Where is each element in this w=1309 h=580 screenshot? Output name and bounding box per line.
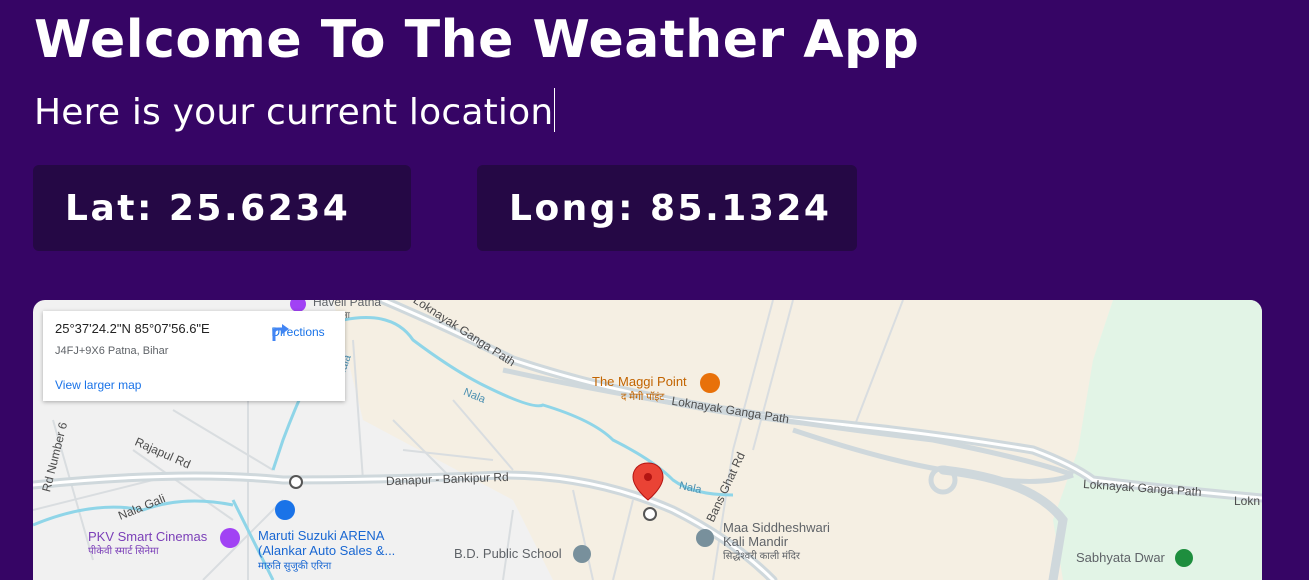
directions-icon xyxy=(269,321,291,343)
place-maggi-point-hi: द मैगी पॉइंट xyxy=(621,389,664,403)
info-coordinates: 25°37'24.2"N 85°07'56.6"E xyxy=(55,321,210,336)
page-title: Welcome To The Weather App xyxy=(34,10,919,70)
road-label-loknayak-cut: Lokn xyxy=(1234,494,1260,508)
latitude-box: Lat: 25.6234 xyxy=(33,165,411,251)
place-maa-1: Maa Siddheshwari xyxy=(723,520,830,535)
info-address: J4FJ+9X6 Patna, Bihar xyxy=(55,345,168,357)
directions-button[interactable]: Directions xyxy=(269,321,327,339)
latitude-value: Lat: 25.6234 xyxy=(65,188,350,229)
place-maa-2: Kali Mandir xyxy=(723,534,788,549)
place-bd-school: B.D. Public School xyxy=(454,546,562,561)
place-maggi-point: The Maggi Point xyxy=(592,374,687,389)
place-pkv-hi: पीकेवी स्मार्ट सिनेमा xyxy=(88,543,159,557)
longitude-value: Long: 85.1324 xyxy=(509,188,831,229)
place-maa-hi: सिद्धेश्वरी काली मंदिर xyxy=(723,548,800,562)
place-maruti-hi: मारुति सुजुकी एरिना xyxy=(258,558,331,572)
longitude-box: Long: 85.1324 xyxy=(477,165,857,251)
subtitle-text: Here is your current location xyxy=(34,92,553,133)
page-subtitle: Here is your current location xyxy=(34,88,555,133)
place-maruti-2: (Alankar Auto Sales &... xyxy=(258,543,395,558)
map-embed[interactable]: Loknayak Ganga Path Loknayak Ganga Path … xyxy=(33,300,1262,580)
place-pkv: PKV Smart Cinemas xyxy=(88,529,207,544)
place-sabhyata: Sabhyata Dwar xyxy=(1076,550,1165,565)
place-maruti-1: Maruti Suzuki ARENA xyxy=(258,528,384,543)
view-larger-map-link[interactable]: View larger map xyxy=(55,378,141,392)
map-info-card: 25°37'24.2"N 85°07'56.6"E J4FJ+9X6 Patna… xyxy=(43,311,345,401)
text-caret xyxy=(554,88,555,132)
